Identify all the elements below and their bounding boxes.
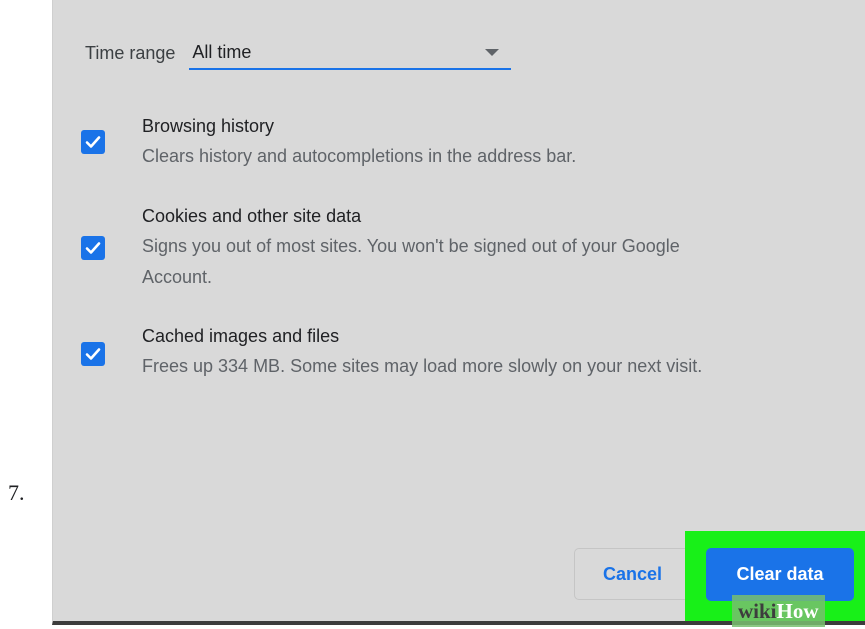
- checkmark-icon: [85, 348, 101, 360]
- cancel-button[interactable]: Cancel: [574, 548, 691, 600]
- time-range-value: All time: [192, 41, 252, 62]
- step-number: 7.: [8, 480, 25, 505]
- option-description-line-2: Account.: [142, 267, 213, 287]
- option-title: Cookies and other site data: [142, 206, 362, 226]
- wikihow-watermark: wiki How: [732, 595, 825, 627]
- checkmark-icon: [85, 136, 101, 148]
- cached-images-checkbox[interactable]: [81, 342, 105, 366]
- cookies-checkbox[interactable]: [81, 236, 105, 260]
- option-description-line-1: Signs you out of most sites. You won't b…: [142, 236, 680, 256]
- option-description: Clears history and autocompletions in th…: [142, 146, 577, 166]
- time-range-select[interactable]: All time: [189, 36, 512, 70]
- browsing-history-checkbox[interactable]: [81, 130, 105, 154]
- clear-data-button[interactable]: Clear data: [706, 548, 854, 601]
- option-title: Cached images and files: [142, 326, 340, 346]
- time-range-label: Time range: [85, 42, 176, 63]
- option-text: Cookies and other site data Signs you ou…: [142, 201, 832, 293]
- dropdown-arrow-icon: [485, 49, 500, 56]
- watermark-how: How: [776, 598, 819, 623]
- clear-browsing-data-dialog: Time range All time Browsing history Cle…: [52, 0, 865, 627]
- time-range-row: Time range All time: [85, 36, 512, 70]
- option-text: Browsing history Clears history and auto…: [142, 111, 832, 172]
- option-title: Browsing history: [142, 116, 275, 136]
- watermark-wiki: wiki: [738, 598, 777, 623]
- option-description: Frees up 334 MB. Some sites may load mor…: [142, 356, 703, 376]
- checkmark-icon: [85, 242, 101, 254]
- option-text: Cached images and files Frees up 334 MB.…: [142, 321, 832, 382]
